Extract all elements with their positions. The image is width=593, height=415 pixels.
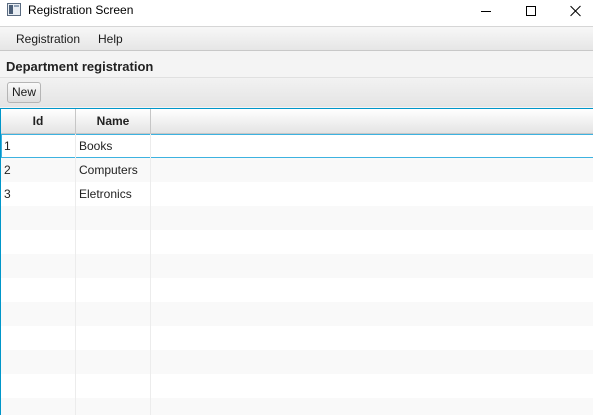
cell-name bbox=[76, 254, 151, 278]
cell-id: 3 bbox=[1, 182, 76, 206]
empty-table-row bbox=[1, 230, 593, 254]
cell-name bbox=[76, 278, 151, 302]
cell-id bbox=[1, 302, 76, 326]
empty-table-row bbox=[1, 374, 593, 398]
empty-table-row bbox=[1, 350, 593, 374]
empty-table-row bbox=[1, 254, 593, 278]
window-title: Registration Screen bbox=[28, 3, 134, 17]
cell-name bbox=[76, 206, 151, 230]
cell-id: 2 bbox=[1, 158, 76, 182]
cell-id bbox=[1, 254, 76, 278]
cell-name bbox=[76, 350, 151, 374]
new-button[interactable]: New bbox=[7, 82, 41, 103]
empty-table-row bbox=[1, 278, 593, 302]
cell-name bbox=[76, 326, 151, 350]
title-bar[interactable]: Registration Screen bbox=[0, 0, 593, 23]
menu-bar: Registration Help bbox=[0, 26, 593, 51]
close-icon bbox=[570, 5, 582, 17]
minimize-icon bbox=[481, 10, 491, 12]
table-row[interactable]: 1 Books bbox=[1, 134, 593, 158]
page-title: Department registration bbox=[6, 59, 154, 74]
menu-registration[interactable]: Registration bbox=[16, 32, 80, 46]
empty-table-row bbox=[1, 206, 593, 230]
empty-table-row bbox=[1, 398, 593, 415]
empty-table-row bbox=[1, 326, 593, 350]
app-window-icon bbox=[7, 3, 21, 16]
cell-name: Computers bbox=[76, 158, 151, 182]
menu-help[interactable]: Help bbox=[98, 32, 123, 46]
cell-id bbox=[1, 326, 76, 350]
cell-id bbox=[1, 350, 76, 374]
cell-name bbox=[76, 230, 151, 254]
maximize-icon bbox=[526, 6, 536, 16]
cell-id bbox=[1, 206, 76, 230]
toolbar bbox=[0, 77, 593, 107]
cell-id bbox=[1, 398, 76, 415]
cell-id: 1 bbox=[1, 134, 76, 158]
column-header-filler bbox=[151, 109, 593, 134]
empty-table-row bbox=[1, 302, 593, 326]
cell-name bbox=[76, 374, 151, 398]
cell-name bbox=[76, 398, 151, 415]
column-header-name[interactable]: Name bbox=[76, 109, 151, 134]
minimize-button[interactable] bbox=[463, 0, 509, 22]
cell-id bbox=[1, 374, 76, 398]
column-header-id[interactable]: Id bbox=[1, 109, 76, 134]
table-row[interactable]: 2 Computers bbox=[1, 158, 593, 182]
department-table[interactable]: Id Name 1 Books 2 Computers 3 Eletronics bbox=[0, 108, 593, 415]
table-header: Id Name bbox=[1, 109, 593, 134]
cell-id bbox=[1, 230, 76, 254]
cell-name: Eletronics bbox=[76, 182, 151, 206]
cell-name bbox=[76, 302, 151, 326]
cell-id bbox=[1, 278, 76, 302]
close-button[interactable] bbox=[553, 0, 593, 22]
table-row[interactable]: 3 Eletronics bbox=[1, 182, 593, 206]
maximize-button[interactable] bbox=[508, 0, 554, 22]
cell-name: Books bbox=[76, 134, 151, 158]
